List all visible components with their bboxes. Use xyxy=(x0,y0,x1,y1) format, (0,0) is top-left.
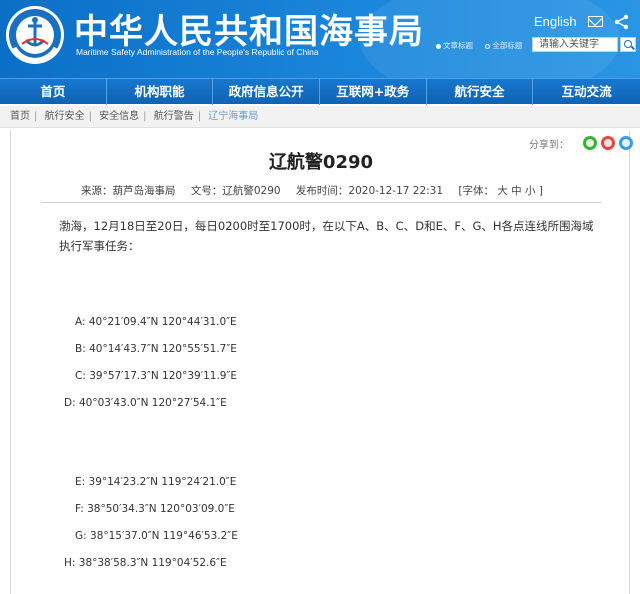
nav-home[interactable]: 首页 xyxy=(0,79,107,105)
coordinate-g: G: 38°15′37.0″N 119°46′53.2″E xyxy=(75,530,238,542)
nav-functions[interactable]: 机构职能 xyxy=(107,79,214,105)
mail-icon[interactable] xyxy=(588,16,603,27)
article-title: 辽航警0290 xyxy=(268,152,374,173)
search-scope-options: 文章标题 全部标题 xyxy=(436,40,532,51)
coordinate-c: C: 39°57′17.3″N 120°39′11.9″E xyxy=(75,370,238,382)
font-size-switcher[interactable]: [字体： 大 中 小 ] xyxy=(458,185,543,197)
msa-logo[interactable] xyxy=(4,4,66,66)
article-publish-time: 发布时间：2020-12-17 22:31 xyxy=(295,185,444,197)
article-panel: 分享到： 辽航警0290 来源：葫芦岛海事局 文号：辽航警0290 发布时间：2… xyxy=(10,130,633,594)
radio-checked-icon xyxy=(436,43,441,49)
nav-interaction[interactable]: 互动交流 xyxy=(533,79,640,105)
coordinate-e: E: 39°14′23.2″N 119°24′21.0″E xyxy=(75,476,237,488)
site-subtitle: Maritime Safety Administration of the Pe… xyxy=(76,47,319,57)
coordinate-b: B: 40°14′43.7″N 120°55′51.7″E xyxy=(75,343,237,355)
breadcrumb-navigation-safety[interactable]: 航行安全 xyxy=(45,111,85,122)
site-title: 中华人民共和国海事局 xyxy=(74,12,424,52)
coordinate-f: F: 38°50′34.3″N 120°03′09.0″E xyxy=(75,503,235,515)
breadcrumb-separator: | xyxy=(197,111,202,122)
main-nav: 首页 机构职能 政府信息公开 互联网+政务 航行安全 互动交流 xyxy=(0,78,640,105)
meta-divider xyxy=(41,202,601,203)
breadcrumb-current[interactable]: 辽宁海事局 xyxy=(208,111,258,122)
breadcrumb-nav-warnings[interactable]: 航行警告 xyxy=(154,111,194,122)
breadcrumb-separator: | xyxy=(34,111,38,122)
english-link[interactable]: English xyxy=(534,14,577,29)
article-intro: 渤海，12月18日至20日，每日0200时至1700时，在以下A、B、C、D和E… xyxy=(59,219,594,253)
coordinate-a: A: 40°21′09.4″N 120°44′31.0″E xyxy=(75,316,237,328)
breadcrumb-safety-info[interactable]: 安全信息 xyxy=(99,111,139,122)
search-icon[interactable] xyxy=(620,37,636,52)
coordinate-d: D: 40°03′43.0″N 120°27′54.1″E xyxy=(64,397,227,409)
breadcrumb-home[interactable]: 首页 xyxy=(10,111,30,122)
breadcrumb-separator: | xyxy=(143,111,147,122)
nav-internet-services[interactable]: 互联网+政务 xyxy=(320,79,427,105)
breadcrumb-separator: | xyxy=(88,111,92,122)
search-scope-all[interactable]: 全部标题 xyxy=(485,41,522,50)
nav-gov-info[interactable]: 政府信息公开 xyxy=(213,79,320,105)
search-scope-title[interactable]: 文章标题 xyxy=(436,41,473,50)
article-doc-number: 文号：辽航警0290 xyxy=(190,185,281,197)
radio-unchecked-icon xyxy=(485,43,491,49)
nav-navigation-safety[interactable]: 航行安全 xyxy=(427,79,534,105)
site-header: 中华人民共和国海事局 Maritime Safety Administratio… xyxy=(0,0,640,78)
coordinate-h: H: 38°38′58.3″N 119°04′52.6″E xyxy=(64,557,227,569)
share-icon[interactable] xyxy=(614,14,630,30)
breadcrumb: 首页 | 航行安全 | 安全信息 | 航行警告 | 辽宁海事局 xyxy=(0,106,640,128)
article-source: 来源：葫芦岛海事局 xyxy=(81,185,176,197)
article-meta: 来源：葫芦岛海事局 文号：辽航警0290 发布时间：2020-12-17 22:… xyxy=(81,183,601,198)
search-input[interactable]: 请输入关键字 xyxy=(532,37,618,52)
